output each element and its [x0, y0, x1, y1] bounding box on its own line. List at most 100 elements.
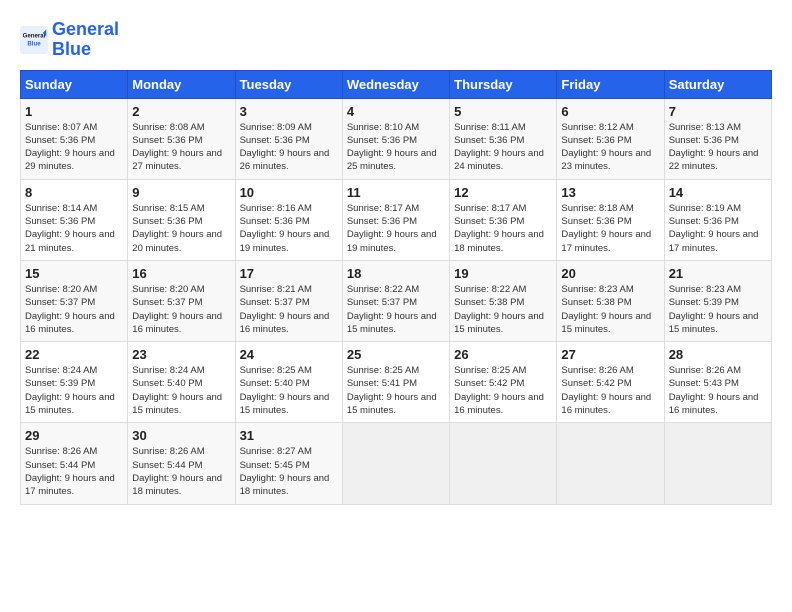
calendar-cell: 1 Sunrise: 8:07 AM Sunset: 5:36 PM Dayli… [21, 98, 128, 179]
svg-text:General: General [23, 32, 46, 39]
calendar-cell: 31 Sunrise: 8:27 AM Sunset: 5:45 PM Dayl… [235, 423, 342, 504]
day-number: 30 [132, 428, 230, 443]
day-info: Sunrise: 8:21 AM Sunset: 5:37 PM Dayligh… [240, 283, 338, 336]
day-number: 13 [561, 185, 659, 200]
day-number: 29 [25, 428, 123, 443]
logo-icon: General Blue [20, 26, 48, 54]
day-info: Sunrise: 8:26 AM Sunset: 5:43 PM Dayligh… [669, 364, 767, 417]
day-info: Sunrise: 8:20 AM Sunset: 5:37 PM Dayligh… [132, 283, 230, 336]
day-number: 11 [347, 185, 445, 200]
day-info: Sunrise: 8:26 AM Sunset: 5:44 PM Dayligh… [25, 445, 123, 498]
header-tuesday: Tuesday [235, 70, 342, 98]
logo-text: GeneralBlue [52, 20, 119, 60]
day-number: 22 [25, 347, 123, 362]
calendar-week-row: 15 Sunrise: 8:20 AM Sunset: 5:37 PM Dayl… [21, 260, 772, 341]
day-info: Sunrise: 8:16 AM Sunset: 5:36 PM Dayligh… [240, 202, 338, 255]
calendar-cell: 14 Sunrise: 8:19 AM Sunset: 5:36 PM Dayl… [664, 179, 771, 260]
day-info: Sunrise: 8:25 AM Sunset: 5:41 PM Dayligh… [347, 364, 445, 417]
day-info: Sunrise: 8:11 AM Sunset: 5:36 PM Dayligh… [454, 121, 552, 174]
day-info: Sunrise: 8:09 AM Sunset: 5:36 PM Dayligh… [240, 121, 338, 174]
calendar-cell [342, 423, 449, 504]
calendar-cell: 22 Sunrise: 8:24 AM Sunset: 5:39 PM Dayl… [21, 342, 128, 423]
calendar-header-row: SundayMondayTuesdayWednesdayThursdayFrid… [21, 70, 772, 98]
day-number: 14 [669, 185, 767, 200]
day-info: Sunrise: 8:12 AM Sunset: 5:36 PM Dayligh… [561, 121, 659, 174]
calendar-cell: 8 Sunrise: 8:14 AM Sunset: 5:36 PM Dayli… [21, 179, 128, 260]
day-info: Sunrise: 8:15 AM Sunset: 5:36 PM Dayligh… [132, 202, 230, 255]
calendar-cell: 19 Sunrise: 8:22 AM Sunset: 5:38 PM Dayl… [450, 260, 557, 341]
day-number: 24 [240, 347, 338, 362]
day-info: Sunrise: 8:19 AM Sunset: 5:36 PM Dayligh… [669, 202, 767, 255]
logo: General Blue GeneralBlue [20, 20, 119, 60]
day-info: Sunrise: 8:13 AM Sunset: 5:36 PM Dayligh… [669, 121, 767, 174]
calendar-cell: 28 Sunrise: 8:26 AM Sunset: 5:43 PM Dayl… [664, 342, 771, 423]
calendar-cell: 7 Sunrise: 8:13 AM Sunset: 5:36 PM Dayli… [664, 98, 771, 179]
calendar-cell: 17 Sunrise: 8:21 AM Sunset: 5:37 PM Dayl… [235, 260, 342, 341]
calendar-cell: 12 Sunrise: 8:17 AM Sunset: 5:36 PM Dayl… [450, 179, 557, 260]
calendar-week-row: 8 Sunrise: 8:14 AM Sunset: 5:36 PM Dayli… [21, 179, 772, 260]
calendar-cell: 6 Sunrise: 8:12 AM Sunset: 5:36 PM Dayli… [557, 98, 664, 179]
day-info: Sunrise: 8:24 AM Sunset: 5:39 PM Dayligh… [25, 364, 123, 417]
day-number: 20 [561, 266, 659, 281]
calendar-cell: 24 Sunrise: 8:25 AM Sunset: 5:40 PM Dayl… [235, 342, 342, 423]
day-info: Sunrise: 8:23 AM Sunset: 5:38 PM Dayligh… [561, 283, 659, 336]
day-info: Sunrise: 8:25 AM Sunset: 5:40 PM Dayligh… [240, 364, 338, 417]
day-info: Sunrise: 8:17 AM Sunset: 5:36 PM Dayligh… [454, 202, 552, 255]
day-info: Sunrise: 8:14 AM Sunset: 5:36 PM Dayligh… [25, 202, 123, 255]
day-info: Sunrise: 8:26 AM Sunset: 5:44 PM Dayligh… [132, 445, 230, 498]
calendar-week-row: 22 Sunrise: 8:24 AM Sunset: 5:39 PM Dayl… [21, 342, 772, 423]
calendar-cell: 16 Sunrise: 8:20 AM Sunset: 5:37 PM Dayl… [128, 260, 235, 341]
day-info: Sunrise: 8:26 AM Sunset: 5:42 PM Dayligh… [561, 364, 659, 417]
day-number: 2 [132, 104, 230, 119]
calendar-cell: 11 Sunrise: 8:17 AM Sunset: 5:36 PM Dayl… [342, 179, 449, 260]
day-number: 4 [347, 104, 445, 119]
day-number: 17 [240, 266, 338, 281]
day-number: 7 [669, 104, 767, 119]
day-info: Sunrise: 8:27 AM Sunset: 5:45 PM Dayligh… [240, 445, 338, 498]
day-info: Sunrise: 8:17 AM Sunset: 5:36 PM Dayligh… [347, 202, 445, 255]
day-info: Sunrise: 8:08 AM Sunset: 5:36 PM Dayligh… [132, 121, 230, 174]
header-friday: Friday [557, 70, 664, 98]
day-number: 9 [132, 185, 230, 200]
calendar-cell: 20 Sunrise: 8:23 AM Sunset: 5:38 PM Dayl… [557, 260, 664, 341]
header-wednesday: Wednesday [342, 70, 449, 98]
calendar-cell [664, 423, 771, 504]
day-info: Sunrise: 8:24 AM Sunset: 5:40 PM Dayligh… [132, 364, 230, 417]
calendar-week-row: 1 Sunrise: 8:07 AM Sunset: 5:36 PM Dayli… [21, 98, 772, 179]
day-info: Sunrise: 8:18 AM Sunset: 5:36 PM Dayligh… [561, 202, 659, 255]
calendar-cell: 29 Sunrise: 8:26 AM Sunset: 5:44 PM Dayl… [21, 423, 128, 504]
calendar-cell: 26 Sunrise: 8:25 AM Sunset: 5:42 PM Dayl… [450, 342, 557, 423]
day-number: 5 [454, 104, 552, 119]
calendar-cell: 10 Sunrise: 8:16 AM Sunset: 5:36 PM Dayl… [235, 179, 342, 260]
calendar-cell: 21 Sunrise: 8:23 AM Sunset: 5:39 PM Dayl… [664, 260, 771, 341]
day-info: Sunrise: 8:25 AM Sunset: 5:42 PM Dayligh… [454, 364, 552, 417]
day-info: Sunrise: 8:07 AM Sunset: 5:36 PM Dayligh… [25, 121, 123, 174]
calendar-cell: 13 Sunrise: 8:18 AM Sunset: 5:36 PM Dayl… [557, 179, 664, 260]
day-info: Sunrise: 8:10 AM Sunset: 5:36 PM Dayligh… [347, 121, 445, 174]
day-number: 25 [347, 347, 445, 362]
page-header: General Blue GeneralBlue [20, 20, 772, 60]
calendar-cell: 9 Sunrise: 8:15 AM Sunset: 5:36 PM Dayli… [128, 179, 235, 260]
day-info: Sunrise: 8:22 AM Sunset: 5:37 PM Dayligh… [347, 283, 445, 336]
svg-text:Blue: Blue [27, 40, 41, 47]
day-number: 19 [454, 266, 552, 281]
day-number: 12 [454, 185, 552, 200]
calendar-cell: 23 Sunrise: 8:24 AM Sunset: 5:40 PM Dayl… [128, 342, 235, 423]
calendar-week-row: 29 Sunrise: 8:26 AM Sunset: 5:44 PM Dayl… [21, 423, 772, 504]
calendar-cell: 15 Sunrise: 8:20 AM Sunset: 5:37 PM Dayl… [21, 260, 128, 341]
calendar-cell: 30 Sunrise: 8:26 AM Sunset: 5:44 PM Dayl… [128, 423, 235, 504]
calendar-cell: 25 Sunrise: 8:25 AM Sunset: 5:41 PM Dayl… [342, 342, 449, 423]
calendar-cell: 2 Sunrise: 8:08 AM Sunset: 5:36 PM Dayli… [128, 98, 235, 179]
header-monday: Monday [128, 70, 235, 98]
calendar-cell [450, 423, 557, 504]
day-number: 15 [25, 266, 123, 281]
day-number: 27 [561, 347, 659, 362]
day-info: Sunrise: 8:23 AM Sunset: 5:39 PM Dayligh… [669, 283, 767, 336]
day-number: 8 [25, 185, 123, 200]
day-number: 21 [669, 266, 767, 281]
day-info: Sunrise: 8:20 AM Sunset: 5:37 PM Dayligh… [25, 283, 123, 336]
calendar-cell [557, 423, 664, 504]
day-number: 18 [347, 266, 445, 281]
calendar-cell: 27 Sunrise: 8:26 AM Sunset: 5:42 PM Dayl… [557, 342, 664, 423]
day-number: 16 [132, 266, 230, 281]
